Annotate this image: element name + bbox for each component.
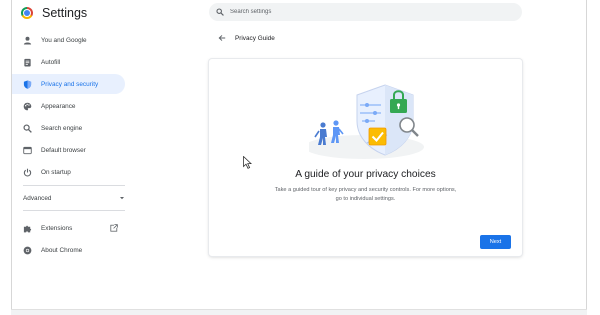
chevron-down-icon bbox=[120, 197, 124, 200]
mouse-cursor-icon bbox=[243, 156, 252, 169]
sidebar-item-you-and-google[interactable]: You and Google bbox=[12, 30, 125, 50]
chrome-logo-icon bbox=[21, 7, 33, 19]
page-title: Privacy Guide bbox=[235, 34, 275, 42]
power-icon bbox=[23, 168, 32, 177]
arrow-back-icon[interactable] bbox=[218, 34, 226, 42]
sidebar-item-default-browser[interactable]: Default browser bbox=[12, 140, 125, 160]
sidebar-item-label: Extensions bbox=[41, 224, 73, 232]
advanced-label: Advanced bbox=[23, 194, 52, 202]
card-heading: A guide of your privacy choices bbox=[295, 169, 436, 180]
search-icon bbox=[23, 123, 32, 133]
sidebar-item-privacy-and-security[interactable]: Privacy and security bbox=[12, 74, 125, 94]
privacy-guide-illustration bbox=[309, 84, 424, 159]
browser-window-icon bbox=[23, 146, 32, 155]
shield-icon bbox=[23, 79, 32, 89]
advanced-toggle[interactable]: Advanced bbox=[23, 192, 125, 204]
sidebar-item-label: Autofill bbox=[41, 58, 61, 66]
sidebar-item-search-engine[interactable]: Search engine bbox=[12, 118, 125, 138]
open-in-new-icon bbox=[110, 224, 118, 232]
sidebar-item-label: About Chrome bbox=[41, 246, 83, 254]
search-input[interactable] bbox=[230, 9, 510, 15]
sidebar-divider bbox=[23, 210, 125, 211]
card-description: Take a guided tour of key privacy and se… bbox=[274, 187, 457, 202]
person-icon bbox=[23, 36, 32, 45]
sidebar-item-autofill[interactable]: Autofill bbox=[12, 52, 125, 72]
sidebar-item-label: On startup bbox=[41, 168, 71, 176]
sidebar-item-about-chrome[interactable]: About Chrome bbox=[12, 240, 125, 260]
sidebar-item-label: Privacy and security bbox=[41, 80, 99, 88]
chrome-outline-icon bbox=[23, 246, 32, 255]
app-title: Settings bbox=[42, 6, 88, 20]
sidebar-item-label: Search engine bbox=[41, 124, 83, 132]
sidebar-item-label: Default browser bbox=[41, 146, 86, 154]
sidebar-item-label: Appearance bbox=[41, 102, 76, 110]
next-button[interactable]: Next bbox=[480, 235, 511, 249]
privacy-guide-card: A guide of your privacy choices Take a g… bbox=[209, 59, 522, 256]
sidebar-item-extensions[interactable]: Extensions bbox=[12, 218, 125, 238]
sidebar-item-label: You and Google bbox=[41, 36, 87, 44]
brand: Settings bbox=[21, 4, 87, 22]
sidebar-divider bbox=[23, 185, 125, 186]
puzzle-icon bbox=[23, 224, 32, 233]
clipboard-icon bbox=[23, 58, 32, 67]
page-header: Privacy Guide bbox=[218, 32, 275, 44]
search-bar[interactable] bbox=[209, 3, 522, 21]
search-icon bbox=[216, 8, 224, 16]
palette-icon bbox=[23, 102, 32, 111]
sidebar: Settings You and Google Autofill Privacy… bbox=[12, 0, 130, 315]
sidebar-item-appearance[interactable]: Appearance bbox=[12, 96, 125, 116]
sidebar-item-on-startup[interactable]: On startup bbox=[12, 162, 125, 182]
